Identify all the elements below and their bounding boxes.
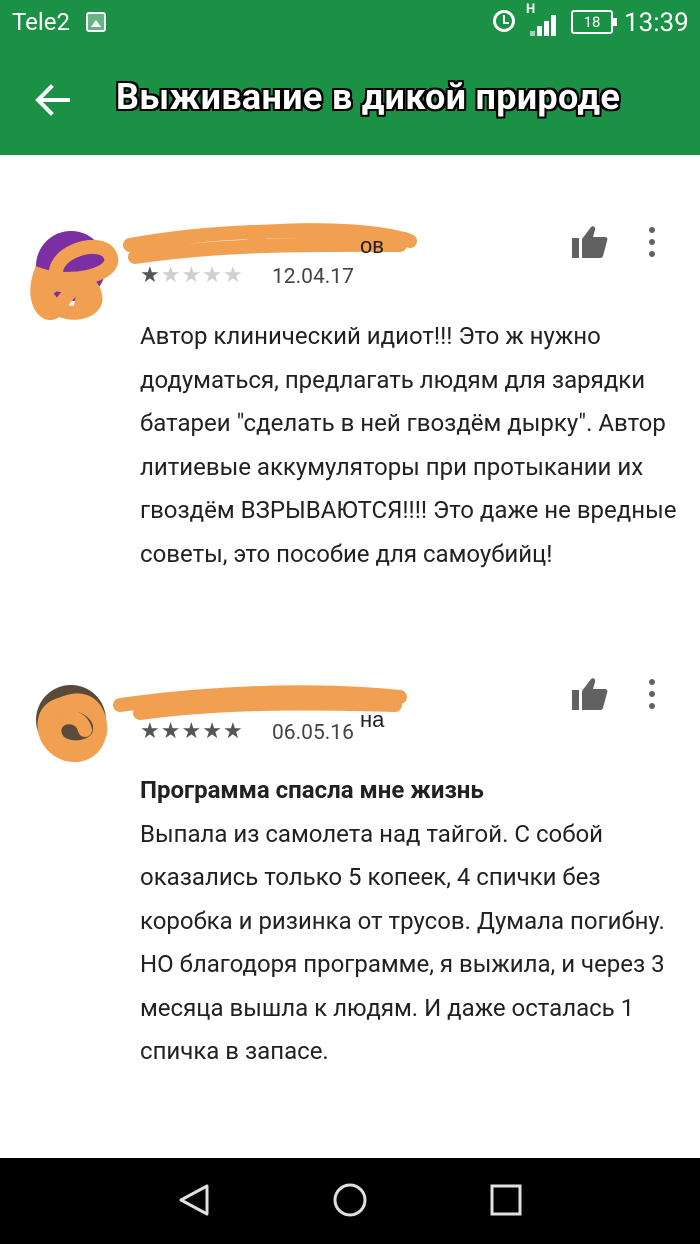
signal-icon — [530, 14, 562, 36]
status-bar: Tele2 H 18 13:39 — [0, 0, 700, 46]
star-icon: ★ — [160, 719, 182, 744]
star-icon: ★ — [202, 263, 223, 288]
star-icon: ★ — [222, 719, 244, 744]
star-icon: ★ — [140, 719, 161, 744]
reviewer-name-partial: ов — [360, 233, 384, 258]
arrow-left-icon[interactable] — [34, 84, 70, 116]
circle-home-icon[interactable] — [332, 1182, 368, 1218]
alarm-icon — [493, 10, 515, 32]
star-icon: ★ — [222, 263, 244, 288]
star-icon: ★ — [181, 719, 203, 744]
reviewer-name-partial: на — [360, 707, 385, 732]
page-title: Выживание в дикой природе — [116, 76, 621, 118]
review-content: Программа спасла мне жизнь Выпала из сам… — [140, 769, 680, 1074]
app-toolbar: Выживание в дикой природе — [0, 46, 700, 155]
review-date: 12.04.17 — [272, 265, 354, 289]
review-card: на ★★★★★ 06.05.16 Программа спасла мне ж… — [0, 655, 700, 1155]
review-date: 06.05.16 — [272, 721, 354, 745]
clock: 13:39 — [624, 8, 689, 38]
triangle-back-icon[interactable] — [176, 1182, 212, 1218]
review-card: ов ★★★★★ 12.04.17 Автор клинический идио… — [0, 155, 700, 655]
image-notification-icon — [86, 12, 106, 32]
carrier-name: Tele2 — [12, 8, 70, 36]
navigation-bar — [0, 1158, 700, 1244]
avatar — [36, 231, 106, 301]
star-rating: ★★★★★ — [140, 263, 244, 288]
star-rating: ★★★★★ — [140, 719, 244, 744]
star-icon: ★ — [181, 263, 203, 288]
review-text: Выпала из самолета над тайгой. С собой о… — [140, 819, 665, 1066]
more-options-icon[interactable] — [640, 225, 664, 259]
more-options-icon[interactable] — [640, 677, 664, 711]
star-icon: ★ — [202, 719, 223, 744]
avatar — [36, 685, 106, 755]
battery-level: 18 — [571, 10, 617, 34]
square-recents-icon[interactable] — [488, 1182, 524, 1218]
thumbs-up-icon[interactable] — [572, 677, 608, 711]
thumbs-up-icon[interactable] — [572, 225, 608, 259]
review-title: Программа спасла мне жизнь — [140, 776, 484, 804]
star-icon: ★ — [160, 263, 182, 288]
review-text: Автор клинический идиот!!! Это ж нужно д… — [140, 322, 677, 568]
star-icon: ★ — [140, 263, 161, 288]
